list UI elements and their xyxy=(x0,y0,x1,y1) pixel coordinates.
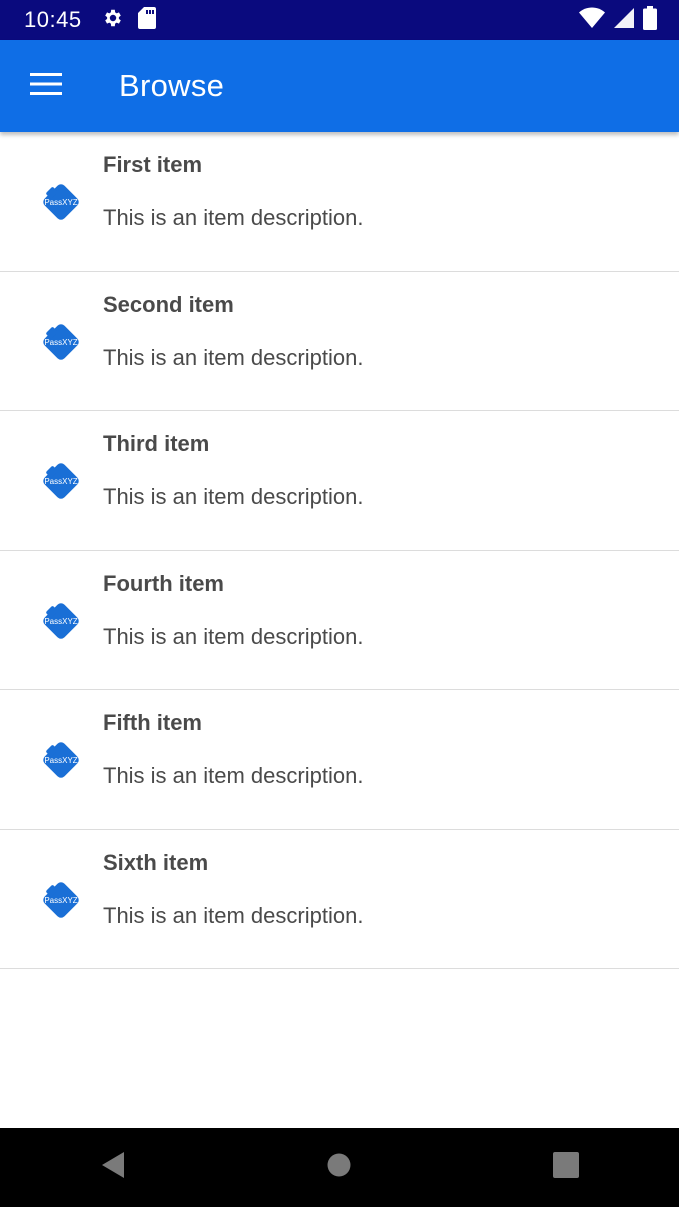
home-button[interactable] xyxy=(299,1138,379,1198)
list-item[interactable]: PassXYZ First item This is an item descr… xyxy=(0,132,679,272)
list-item[interactable]: PassXYZ Third item This is an item descr… xyxy=(0,411,679,551)
status-left-icons xyxy=(102,6,156,34)
back-button[interactable] xyxy=(73,1138,153,1198)
system-nav-bar xyxy=(0,1128,679,1207)
wifi-icon xyxy=(579,7,605,34)
svg-text:PassXYZ: PassXYZ xyxy=(44,198,77,207)
passxyz-logo-icon: PassXYZ xyxy=(38,599,84,643)
home-icon xyxy=(327,1153,351,1182)
recents-icon xyxy=(552,1152,579,1183)
item-description: This is an item description. xyxy=(103,623,364,649)
item-description: This is an item description. xyxy=(103,344,364,370)
item-title: First item xyxy=(103,152,203,177)
list-item[interactable]: PassXYZ Fourth item This is an item desc… xyxy=(0,551,679,690)
sd-card-icon xyxy=(137,6,156,34)
passxyz-logo-icon: PassXYZ xyxy=(38,180,84,224)
passxyz-logo-icon: PassXYZ xyxy=(38,878,84,922)
svg-text:PassXYZ: PassXYZ xyxy=(44,477,77,486)
gear-icon xyxy=(102,7,124,34)
recents-button[interactable] xyxy=(526,1138,606,1198)
menu-button[interactable] xyxy=(16,56,76,116)
item-list: PassXYZ First item This is an item descr… xyxy=(0,132,679,969)
item-title: Fourth item xyxy=(103,570,224,596)
status-right-icons xyxy=(579,0,657,40)
item-title: Fifth item xyxy=(103,710,202,735)
list-item[interactable]: PassXYZ Second item This is an item desc… xyxy=(0,272,679,411)
passxyz-logo-icon: PassXYZ xyxy=(38,738,84,782)
app-bar: Browse xyxy=(0,40,679,132)
battery-icon xyxy=(643,5,657,35)
status-bar: 10:45 xyxy=(0,0,679,40)
item-title: Third item xyxy=(103,431,210,456)
item-title: Sixth item xyxy=(103,849,209,875)
svg-text:PassXYZ: PassXYZ xyxy=(44,338,77,347)
svg-text:PassXYZ: PassXYZ xyxy=(44,756,77,765)
item-description: This is an item description. xyxy=(103,763,364,788)
item-title: Second item xyxy=(103,291,234,317)
item-description: This is an item description. xyxy=(103,902,364,928)
list-item[interactable]: PassXYZ Sixth item This is an item descr… xyxy=(0,830,679,969)
passxyz-logo-icon: PassXYZ xyxy=(38,320,84,364)
item-description: This is an item description. xyxy=(103,205,364,230)
passxyz-logo-icon: PassXYZ xyxy=(38,459,84,503)
hamburger-menu-icon xyxy=(30,72,62,100)
svg-text:PassXYZ: PassXYZ xyxy=(44,896,77,905)
list-item[interactable]: PassXYZ Fifth item This is an item descr… xyxy=(0,690,679,830)
svg-text:PassXYZ: PassXYZ xyxy=(44,617,77,626)
back-icon xyxy=(101,1151,125,1184)
signal-icon xyxy=(613,7,635,34)
page-title: Browse xyxy=(119,68,225,103)
status-time: 10:45 xyxy=(24,7,82,32)
item-description: This is an item description. xyxy=(103,484,364,509)
